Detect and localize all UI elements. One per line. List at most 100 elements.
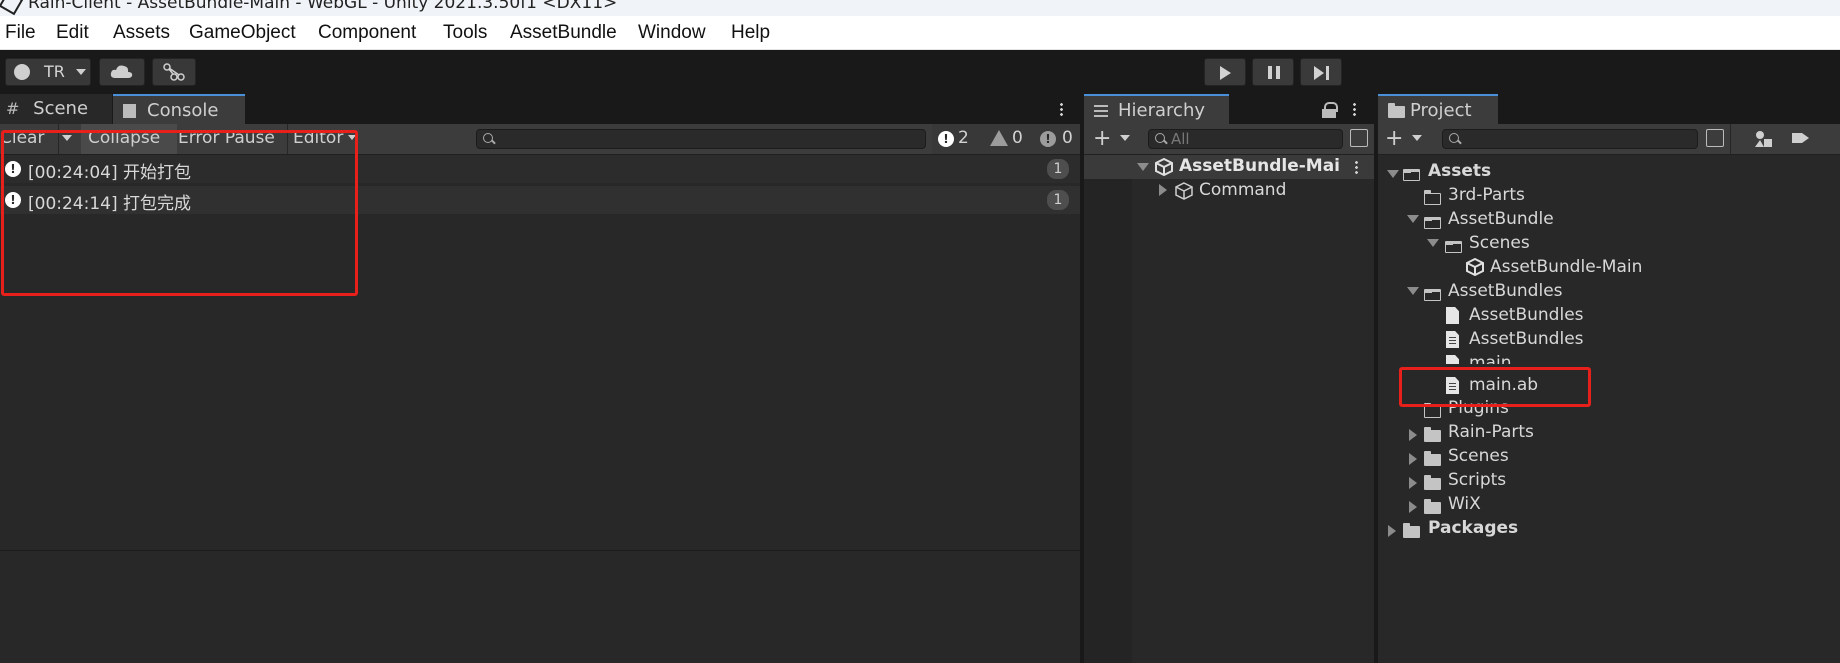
folder-open-icon	[1403, 169, 1420, 181]
folder-icon	[1424, 451, 1441, 466]
add-dropdown-icon[interactable]	[1120, 135, 1130, 141]
folder-empty-icon	[1423, 190, 1441, 205]
tree-scene-file[interactable]: AssetBundle-Main	[1490, 257, 1642, 277]
expand-icon[interactable]	[1407, 215, 1419, 223]
expand-icon[interactable]	[1409, 453, 1417, 465]
hierarchy-panel: Hierarchy + All AssetBundle-Mai Command	[1084, 94, 1374, 663]
tab-project[interactable]: Project	[1378, 94, 1498, 124]
tree-3rd-parts[interactable]: 3rd-Parts	[1448, 185, 1525, 205]
unity-logo-icon	[0, 0, 24, 16]
menu-gameobject[interactable]: GameObject	[189, 22, 296, 44]
hierarchy-icon	[1094, 105, 1108, 117]
pause-icon	[1268, 66, 1272, 79]
expand-icon[interactable]	[1409, 501, 1417, 513]
add-icon[interactable]: +	[1093, 126, 1111, 151]
expand-icon[interactable]	[1388, 525, 1396, 537]
folder-open-icon	[1445, 241, 1462, 253]
expand-icon[interactable]	[1409, 477, 1417, 489]
folder-icon	[1424, 499, 1441, 514]
scene-visibility-icon[interactable]	[1350, 129, 1368, 147]
hierarchy-search-input[interactable]: All	[1148, 129, 1343, 149]
highlight-box	[1399, 367, 1591, 407]
filter-by-label-icon[interactable]	[1792, 131, 1810, 145]
expand-icon[interactable]	[1137, 163, 1149, 171]
expand-icon[interactable]	[1427, 239, 1439, 247]
folder-icon	[1388, 103, 1405, 118]
tree-scenes-sub[interactable]: Scenes	[1469, 233, 1530, 253]
tree-main-row[interactable]: main	[1438, 352, 1638, 364]
account-label: TR	[44, 62, 65, 81]
cloud-button[interactable]	[99, 58, 145, 86]
tab-hierarchy-label: Hierarchy	[1118, 100, 1206, 121]
hierarchy-item-label: Command	[1199, 180, 1287, 200]
error-count-icon[interactable]: !	[1040, 131, 1056, 147]
pause-button[interactable]	[1252, 58, 1294, 86]
cloud-icon	[110, 65, 133, 78]
menu-help[interactable]: Help	[731, 22, 770, 44]
collab-button[interactable]	[152, 58, 196, 86]
tab-console-label: Console	[147, 100, 219, 121]
tree-ab-file1[interactable]: AssetBundles	[1469, 305, 1584, 325]
menu-assetbundle[interactable]: AssetBundle	[510, 22, 617, 44]
warning-icon[interactable]	[990, 130, 1008, 146]
warning-count: 0	[1012, 128, 1023, 148]
tab-scene[interactable]: # Scene	[0, 94, 112, 124]
tree-packages[interactable]: Packages	[1428, 518, 1518, 538]
hierarchy-item[interactable]: Command	[1084, 179, 1374, 203]
expand-icon[interactable]	[1159, 184, 1167, 196]
log-count: 2	[958, 128, 969, 148]
tree-assetbundles[interactable]: AssetBundles	[1448, 281, 1563, 301]
panel-menu-icon[interactable]	[1060, 102, 1063, 116]
folder-open-icon	[1424, 217, 1441, 229]
title-bar: Rain-Client - AssetBundle-Main - WebGL -…	[0, 0, 1840, 16]
add-icon[interactable]: +	[1385, 126, 1403, 151]
tree-rain-parts[interactable]: Rain-Parts	[1448, 422, 1534, 442]
step-button[interactable]	[1300, 58, 1342, 86]
search-by-type-icon[interactable]	[1706, 129, 1724, 147]
menu-assets[interactable]: Assets	[113, 22, 170, 44]
menu-file[interactable]: File	[5, 22, 36, 44]
chevron-down-icon	[76, 69, 86, 75]
tree-wix[interactable]: WiX	[1448, 494, 1481, 514]
tab-scene-label: Scene	[33, 98, 89, 119]
tree-assets[interactable]: Assets	[1428, 161, 1491, 181]
tab-project-label: Project	[1410, 100, 1472, 121]
tree-scenes[interactable]: Scenes	[1448, 446, 1509, 466]
menu-edit[interactable]: Edit	[56, 22, 89, 44]
menu-component[interactable]: Component	[318, 22, 416, 44]
filter-by-type-icon[interactable]	[1754, 130, 1774, 148]
error-count: 0	[1062, 128, 1073, 148]
tab-hierarchy[interactable]: Hierarchy	[1084, 94, 1229, 124]
project-search-input[interactable]	[1442, 129, 1698, 149]
console-panel: # Scene Console Clear Collapse Error Pau…	[0, 94, 1080, 663]
panel-menu-icon[interactable]	[1353, 102, 1356, 116]
menu-tools[interactable]: Tools	[443, 22, 487, 44]
unity-scene-icon	[1155, 158, 1173, 176]
add-dropdown-icon[interactable]	[1412, 135, 1422, 141]
tree-ab-file2[interactable]: AssetBundles	[1469, 329, 1584, 349]
tree-scripts[interactable]: Scripts	[1448, 470, 1506, 490]
expand-icon[interactable]	[1387, 170, 1399, 178]
scene-menu-icon[interactable]	[1355, 160, 1358, 174]
search-icon	[483, 133, 493, 143]
tree-main: main	[1469, 353, 1512, 364]
tab-console[interactable]: Console	[113, 94, 245, 124]
unity-scene-icon	[1466, 258, 1484, 276]
console-icon	[123, 104, 136, 118]
tree-assetbundle[interactable]: AssetBundle	[1448, 209, 1554, 229]
expand-icon[interactable]	[1407, 287, 1419, 295]
folder-empty-icon	[1423, 403, 1441, 418]
gameobject-icon	[1175, 182, 1193, 200]
scene-name: AssetBundle-Mai	[1179, 156, 1341, 176]
expand-icon[interactable]	[1409, 429, 1417, 441]
splitter[interactable]	[0, 550, 1080, 551]
console-search-input[interactable]	[476, 129, 926, 149]
play-button[interactable]	[1204, 58, 1246, 86]
log-count-icon[interactable]: !	[938, 131, 954, 147]
scene-row[interactable]: AssetBundle-Mai	[1084, 155, 1374, 179]
step-icon	[1314, 66, 1324, 80]
account-button[interactable]: TR	[5, 58, 91, 86]
menu-window[interactable]: Window	[638, 22, 706, 44]
folder-open-icon	[1424, 289, 1441, 301]
search-icon	[1155, 133, 1165, 143]
